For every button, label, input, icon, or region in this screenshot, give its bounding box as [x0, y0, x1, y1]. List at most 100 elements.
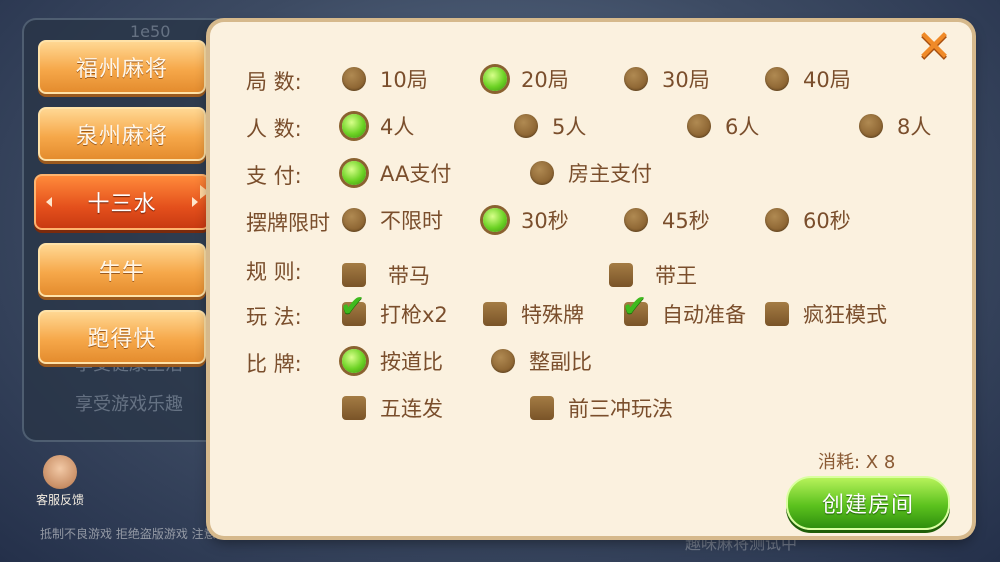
option-label: 40局 [803, 68, 851, 92]
play-option-shoot-x2[interactable]: ✔ 打枪x2 [340, 289, 448, 329]
time-limit-option-45[interactable]: 45秒 [624, 205, 710, 235]
option-label: 30局 [662, 68, 710, 92]
rounds-option-10[interactable]: 10局 [342, 64, 428, 94]
radio-icon [491, 349, 515, 373]
radio-icon [765, 208, 789, 232]
background-faded-line-2: 享受游戏乐趣 [75, 394, 183, 415]
tab-label: 泉州麻将 [75, 124, 168, 149]
radio-icon [765, 67, 789, 91]
option-label: 5人 [552, 115, 587, 139]
tab-thirteen-cards[interactable]: 十三水 [34, 174, 210, 230]
background-id-text: 1e50 [130, 22, 171, 41]
tab-label: 跑得快 [87, 327, 157, 352]
option-label: 打枪x2 [380, 303, 448, 327]
radio-icon [514, 114, 538, 138]
option-label: 带王 [655, 264, 697, 288]
radio-icon [624, 208, 648, 232]
radio-icon [624, 67, 648, 91]
checkbox-icon [342, 396, 366, 420]
tab-niuniu[interactable]: 牛牛 [38, 243, 206, 297]
checkbox-icon [530, 396, 554, 420]
radio-icon [859, 114, 883, 138]
option-label: 整副比 [529, 350, 592, 374]
radio-selected-icon [342, 161, 366, 185]
players-option-8[interactable]: 8人 [859, 111, 931, 141]
radio-selected-icon [342, 114, 366, 138]
compare-option-whole-hand[interactable]: 整副比 [491, 346, 592, 376]
checkbox-icon [609, 263, 633, 287]
tab-label: 牛牛 [98, 260, 145, 285]
play-option-special-cards[interactable]: 特殊牌 [483, 299, 584, 329]
option-label: AA支付 [380, 162, 452, 186]
checkbox-checked-icon: ✔ [340, 289, 366, 326]
compare-option-by-row[interactable]: 按道比 [342, 346, 443, 376]
option-label: 疯狂模式 [803, 303, 887, 327]
option-label: 前三冲玩法 [568, 397, 673, 421]
players-label: 人 数: [246, 117, 302, 141]
players-option-6[interactable]: 6人 [687, 111, 759, 141]
option-label: 60秒 [803, 209, 851, 233]
payment-label: 支 付: [246, 164, 302, 188]
payment-option-host[interactable]: 房主支付 [530, 158, 652, 188]
extra-option-front-three[interactable]: 前三冲玩法 [530, 393, 673, 423]
option-label: 不限时 [380, 209, 443, 233]
players-option-4[interactable]: 4人 [342, 111, 414, 141]
play-option-crazy-mode[interactable]: 疯狂模式 [765, 299, 887, 329]
option-label: 20局 [521, 68, 569, 92]
option-label: 10局 [380, 68, 428, 92]
radio-selected-icon [483, 208, 507, 232]
customer-service-button[interactable]: 客服反馈 [30, 455, 90, 508]
rule-option-joker[interactable]: 带王 [609, 260, 697, 290]
create-room-button[interactable]: 创建房间 [786, 476, 950, 530]
checkbox-icon [483, 302, 507, 326]
rounds-option-30[interactable]: 30局 [624, 64, 710, 94]
option-label: 自动准备 [662, 303, 746, 327]
rules-label: 规 则: [246, 260, 302, 284]
tab-label: 福州麻将 [75, 57, 168, 82]
option-label: 30秒 [521, 209, 569, 233]
rounds-label: 局 数: [246, 70, 302, 94]
option-label: 45秒 [662, 209, 710, 233]
option-label: 按道比 [380, 350, 443, 374]
radio-selected-icon [342, 349, 366, 373]
rule-option-horse[interactable]: 带马 [342, 260, 430, 290]
tab-label: 十三水 [87, 192, 157, 217]
compare-label: 比 牌: [246, 352, 302, 376]
option-label: 8人 [897, 115, 932, 139]
time-limit-label: 摆牌限时 [246, 211, 330, 235]
option-label: 4人 [380, 115, 415, 139]
room-cost: 消耗: X 8 [818, 452, 896, 473]
time-limit-option-none[interactable]: 不限时 [342, 205, 443, 235]
service-avatar-icon [43, 455, 77, 489]
option-label: 带马 [388, 264, 430, 288]
extra-option-five-streak[interactable]: 五连发 [342, 393, 443, 423]
checkbox-icon [342, 263, 366, 287]
time-limit-option-30[interactable]: 30秒 [483, 205, 569, 235]
play-option-auto-ready[interactable]: ✔ 自动准备 [622, 289, 746, 329]
checkbox-checked-icon: ✔ [622, 289, 648, 326]
radio-selected-icon [483, 67, 507, 91]
radio-icon [530, 161, 554, 185]
payment-option-aa[interactable]: AA支付 [342, 158, 451, 188]
radio-icon [342, 67, 366, 91]
checkbox-icon [765, 302, 789, 326]
rounds-option-40[interactable]: 40局 [765, 64, 851, 94]
option-label: 6人 [725, 115, 760, 139]
tab-quanzhou-mahjong[interactable]: 泉州麻将 [38, 107, 206, 161]
tab-paodekuai[interactable]: 跑得快 [38, 310, 206, 364]
option-label: 五连发 [380, 397, 443, 421]
active-tab-pointer-icon [200, 185, 209, 199]
option-label: 房主支付 [568, 162, 652, 186]
tab-fuzhou-mahjong[interactable]: 福州麻将 [38, 40, 206, 94]
radio-icon [342, 208, 366, 232]
service-label: 客服反馈 [35, 493, 84, 507]
time-limit-option-60[interactable]: 60秒 [765, 205, 851, 235]
radio-icon [687, 114, 711, 138]
option-label: 特殊牌 [521, 303, 584, 327]
game-tabs: 福州麻将 泉州麻将 十三水 牛牛 跑得快 [34, 40, 210, 377]
create-room-label: 创建房间 [821, 493, 914, 518]
close-icon[interactable]: ✕ [915, 25, 953, 69]
players-option-5[interactable]: 5人 [514, 111, 586, 141]
rounds-option-20[interactable]: 20局 [483, 64, 569, 94]
play-mode-label: 玩 法: [246, 305, 302, 329]
